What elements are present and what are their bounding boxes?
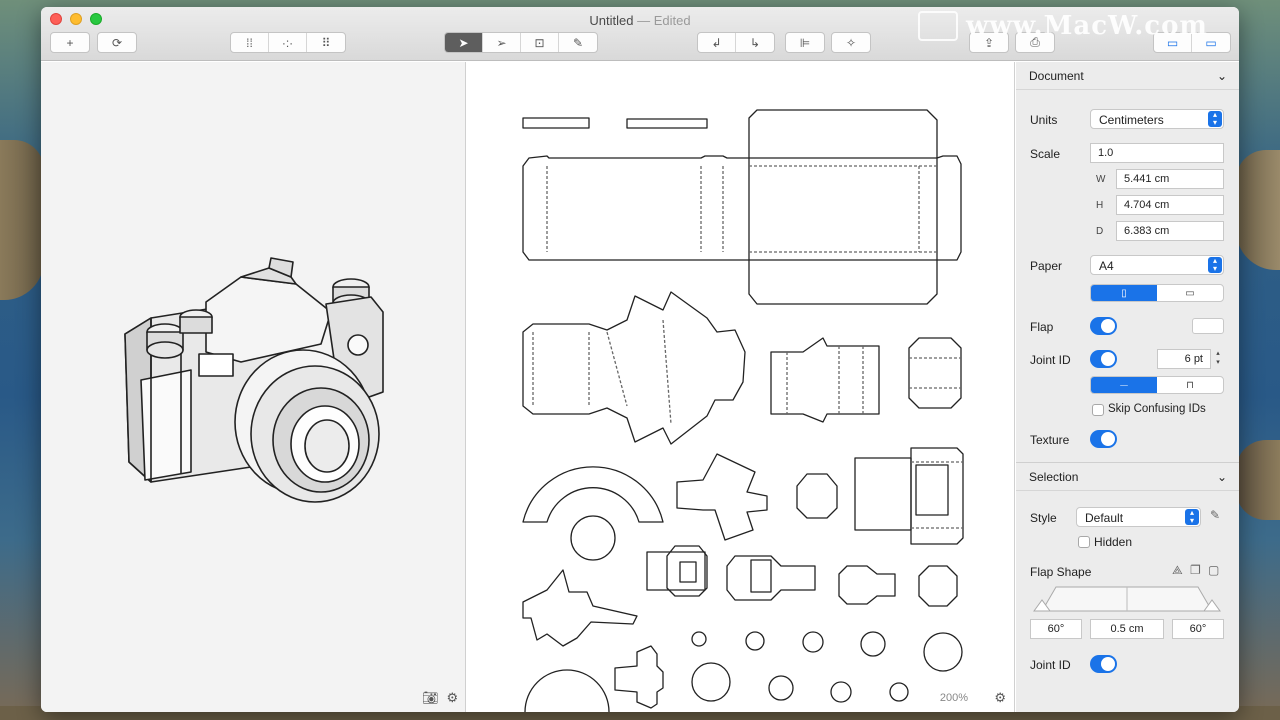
selection-section-title: Selection: [1029, 469, 1079, 484]
style-select[interactable]: Default ▴ ▾: [1076, 507, 1201, 527]
selection-section-header[interactable]: Selection ⌄: [1016, 463, 1239, 491]
paste-icon[interactable]: ▢: [1208, 563, 1219, 577]
refresh-button-group: ⟳: [97, 32, 137, 53]
align-toolbar-group: ⊫: [785, 32, 825, 53]
hidden-label: Hidden: [1094, 535, 1133, 549]
scale-label: Scale: [1030, 147, 1061, 161]
flap-angle-left-field[interactable]: 60°: [1030, 619, 1082, 639]
preview-footer: 📷︎ ⚙: [422, 690, 458, 706]
portrait-icon[interactable]: ▯: [1091, 285, 1157, 301]
rotate-toolbar-group: ↲ ↳: [697, 32, 775, 53]
paper-select[interactable]: A4 ▴ ▾: [1090, 255, 1224, 275]
joint-id-label: Joint ID: [1030, 353, 1071, 367]
orientation-segmented: ▯ ▭: [1090, 284, 1224, 302]
id-outside-icon[interactable]: ⊓: [1157, 377, 1223, 393]
pattern-canvas[interactable]: 200% ⚙: [467, 62, 1015, 712]
pencil-icon[interactable]: ✎: [559, 33, 597, 52]
skip-confusing-ids-checkbox[interactable]: [1092, 404, 1104, 416]
add-button-group: +: [50, 32, 90, 53]
landscape-icon[interactable]: ▭: [1157, 285, 1223, 301]
units-label: Units: [1030, 113, 1058, 127]
grid-dots-icon[interactable]: ⁞⁞: [231, 33, 269, 52]
units-select[interactable]: Centimeters ▴ ▾: [1090, 109, 1224, 129]
chevron-down-icon[interactable]: ⌄: [1217, 470, 1227, 484]
magic-toolbar-group: ✧: [831, 32, 871, 53]
joint-size-field[interactable]: 6 pt: [1157, 349, 1211, 369]
transform-icon[interactable]: ⊡: [521, 33, 559, 52]
flap-angle-right-field[interactable]: 60°: [1172, 619, 1224, 639]
plus-icon[interactable]: +: [51, 33, 89, 52]
texture-toggle[interactable]: [1090, 430, 1117, 448]
height-label: H: [1096, 200, 1104, 211]
depth-label: D: [1096, 226, 1104, 237]
gear-icon[interactable]: ⚙: [994, 690, 1006, 706]
chevron-down-icon[interactable]: ⌄: [1217, 69, 1227, 83]
updown-arrows-icon: ▴ ▾: [1185, 509, 1199, 525]
joint-id-toggle[interactable]: [1090, 350, 1117, 368]
watermark: www.MacW.com: [918, 8, 1240, 44]
flap-color-swatch[interactable]: [1192, 318, 1224, 334]
scale-field[interactable]: 1.0: [1090, 143, 1224, 163]
updown-arrows-icon: ▴ ▾: [1208, 111, 1222, 127]
rotate-right-icon[interactable]: ↳: [736, 33, 774, 52]
grid-toolbar-group: ⁞⁞ ·:· ⠿: [230, 32, 346, 53]
tools-toolbar-group: ➤ ➢ ⊡ ✎: [444, 32, 598, 53]
updown-arrows-icon: ▴ ▾: [1208, 257, 1222, 273]
copy-icon[interactable]: ❐: [1190, 563, 1201, 577]
direct-select-icon[interactable]: ➢: [483, 33, 521, 52]
zoom-level[interactable]: 200%: [940, 692, 968, 704]
flap-width-field[interactable]: 0.5 cm: [1090, 619, 1164, 639]
hidden-checkbox[interactable]: [1078, 536, 1090, 548]
id-inside-icon[interactable]: ⏤: [1091, 377, 1157, 393]
width-field[interactable]: 5.441 cm: [1116, 169, 1224, 189]
model-preview-pane[interactable]: 📷︎ ⚙: [41, 62, 466, 712]
unfolded-pattern-drawing[interactable]: [467, 62, 1015, 712]
app-window: Untitled — Edited + ⟳ ⁞⁞ ·:· ⠿ ➤ ➢ ⊡ ✎ ↲…: [41, 7, 1239, 712]
flap-shape-preview[interactable]: [1030, 586, 1224, 612]
grid-fill-icon[interactable]: ⠿: [307, 33, 345, 52]
watermark-text: www.MacW.com: [966, 11, 1208, 41]
texture-label: Texture: [1030, 433, 1070, 447]
flap-label: Flap: [1030, 320, 1054, 334]
document-section-title: Document: [1029, 68, 1084, 83]
paper-label: Paper: [1030, 259, 1063, 273]
refresh-icon[interactable]: ⟳: [98, 33, 136, 52]
align-icon[interactable]: ⊫: [786, 33, 824, 52]
grid-center-icon[interactable]: ·:·: [269, 33, 307, 52]
style-label: Style: [1030, 511, 1057, 525]
document-section-header[interactable]: Document ⌄: [1016, 62, 1239, 90]
flap-shape-label: Flap Shape: [1030, 565, 1092, 579]
rotate-left-icon[interactable]: ↲: [698, 33, 736, 52]
edit-pencil-icon[interactable]: ✎: [1210, 508, 1220, 522]
magic-wand-icon[interactable]: ✧: [832, 33, 870, 52]
width-label: W: [1096, 174, 1106, 185]
select-tool-icon[interactable]: ➤: [445, 33, 483, 52]
camera-model-icon[interactable]: [41, 62, 466, 712]
joint-id-position-segmented: ⏤ ⊓: [1090, 376, 1224, 394]
selection-joint-id-label: Joint ID: [1030, 658, 1071, 672]
background-landscape-left: [0, 140, 44, 300]
camera-icon[interactable]: 📷︎: [422, 690, 439, 706]
flap-toggle[interactable]: [1090, 317, 1117, 335]
gear-icon[interactable]: ⚙: [447, 690, 459, 706]
selection-joint-id-toggle[interactable]: [1090, 655, 1117, 673]
skip-confusing-ids-label: Skip Confusing IDs: [1108, 403, 1206, 415]
watermark-logo-icon: [918, 11, 958, 41]
background-landscape-right-lower: [1236, 440, 1280, 520]
depth-field[interactable]: 6.383 cm: [1116, 221, 1224, 241]
canvas-footer: ⚙: [994, 690, 1006, 706]
height-field[interactable]: 4.704 cm: [1116, 195, 1224, 215]
inspector-panel: Document ⌄ Units Centimeters ▴ ▾ Scale 1.…: [1016, 62, 1239, 712]
flip-icon[interactable]: ⟁: [1172, 563, 1183, 578]
joint-size-stepper[interactable]: ▴ ▾: [1213, 349, 1223, 369]
background-landscape-right: [1236, 150, 1280, 270]
